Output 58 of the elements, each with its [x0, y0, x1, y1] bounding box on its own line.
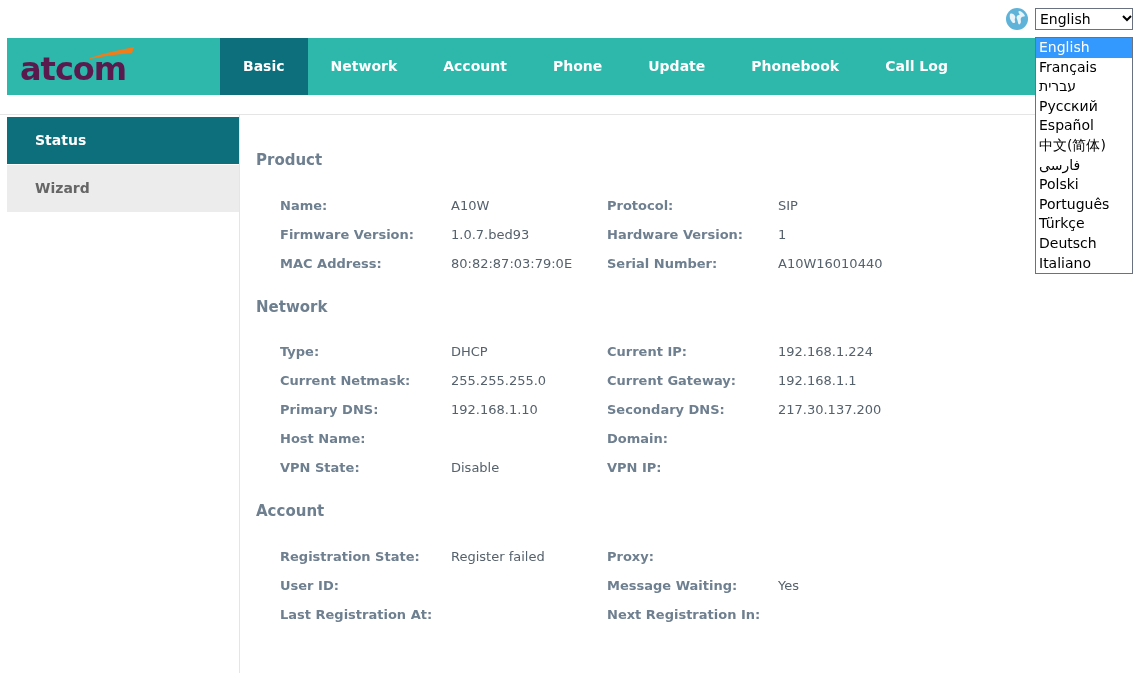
field-label: Serial Number:: [607, 254, 719, 273]
field-label: Current Netmask:: [280, 372, 412, 390]
language-option[interactable]: Deutsch: [1036, 233, 1132, 254]
section-title: Account: [256, 501, 326, 522]
field-value: Disable: [451, 459, 500, 477]
field-value: Yes: [778, 576, 799, 595]
field-label: Firmware Version:: [280, 225, 415, 244]
field-value: 255.255.255.0: [451, 372, 547, 390]
field-label: Domain:: [607, 430, 669, 448]
sidebar-item[interactable]: Status: [7, 117, 239, 164]
language-option[interactable]: 中文(简体): [1036, 135, 1132, 156]
language-option[interactable]: עברית: [1036, 77, 1132, 97]
field-label: VPN State:: [280, 459, 361, 477]
field-label: Protocol:: [607, 196, 675, 215]
sidebar-item[interactable]: Wizard: [7, 165, 239, 212]
language-option[interactable]: Türkçe: [1036, 214, 1132, 234]
section-title: Network: [256, 296, 329, 318]
field-label: Next Registration In:: [607, 605, 762, 624]
field-label: Message Waiting:: [607, 576, 739, 595]
field-value: 80:82:87:03:79:0E: [451, 254, 573, 273]
field-label: Current Gateway:: [607, 372, 737, 390]
field-value: 192.168.1.10: [451, 401, 538, 419]
language-option[interactable]: Polski: [1036, 175, 1132, 195]
field-label: User ID:: [280, 576, 340, 595]
globe-icon: [1005, 7, 1029, 31]
field-value: 192.168.1.224: [778, 343, 874, 361]
field-label: Hardware Version:: [607, 225, 745, 244]
nav-tab[interactable]: Basic: [220, 38, 308, 95]
section-title: Product: [256, 150, 324, 171]
field-label: Current IP:: [607, 343, 688, 361]
field-value: SIP: [778, 196, 798, 215]
field-value: 217.30.137.200: [778, 401, 882, 419]
language-select[interactable]: English: [1035, 8, 1133, 30]
language-option[interactable]: Français: [1036, 57, 1132, 78]
chevron-down-icon: [1122, 15, 1132, 23]
field-label: Secondary DNS:: [607, 401, 726, 419]
field-label: VPN IP:: [607, 459, 663, 477]
field-label: Last Registration At:: [280, 605, 434, 624]
field-value: 192.168.1.1: [778, 372, 857, 390]
field-label: Name:: [280, 196, 329, 215]
field-value: 1.0.7.bed93: [451, 225, 530, 244]
language-option[interactable]: Español: [1036, 116, 1132, 136]
field-label: Primary DNS:: [280, 401, 380, 419]
language-option[interactable]: فارسی: [1036, 155, 1132, 176]
language-option[interactable]: Português: [1036, 194, 1132, 215]
field-label: Host Name:: [280, 430, 367, 448]
field-label: Registration State:: [280, 547, 421, 566]
language-option[interactable]: Italiano: [1036, 253, 1132, 274]
field-label: Proxy:: [607, 547, 655, 566]
logo: atcom: [20, 44, 135, 89]
field-value: A10W: [451, 196, 490, 215]
field-label: Type:: [280, 343, 321, 361]
language-option[interactable]: Русский: [1036, 96, 1132, 117]
field-label: MAC Address:: [280, 254, 383, 273]
field-value: 1: [778, 225, 787, 244]
field-value: DHCP: [451, 343, 488, 361]
field-value: Register failed: [451, 547, 545, 566]
field-value: A10W16010440: [778, 254, 883, 273]
